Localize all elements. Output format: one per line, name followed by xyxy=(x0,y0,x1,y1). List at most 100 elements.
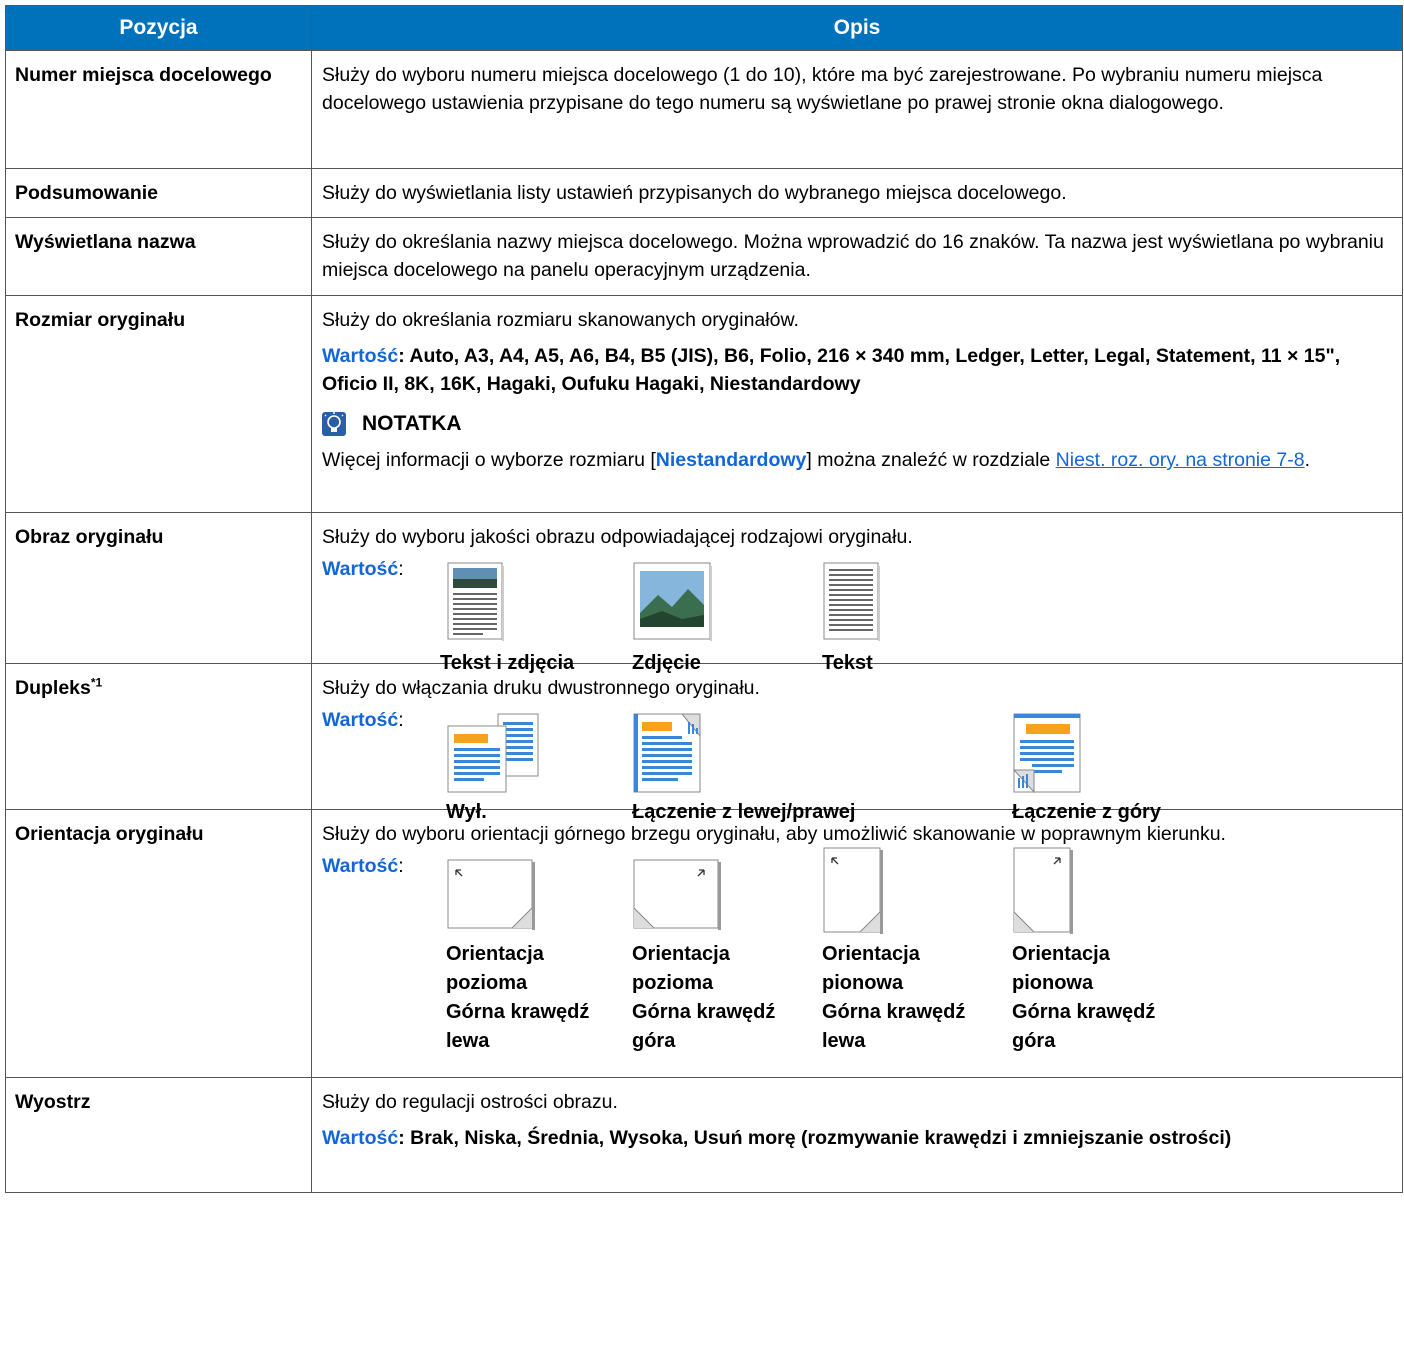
row-name-text: Dupleks xyxy=(15,677,91,699)
duplex-top-icon xyxy=(1012,713,1081,794)
option-label: Łączenie z lewej/prawej xyxy=(632,801,856,823)
option-line: lewa xyxy=(446,1030,490,1052)
table-row: Wyświetlana nazwa Służy do określania na… xyxy=(5,217,1403,296)
value-label-line: Wartość: xyxy=(322,852,404,880)
table-row: Wyostrz Służy do regulacji ostrości obra… xyxy=(5,1077,1403,1193)
row-name: Podsumowanie xyxy=(5,168,312,218)
header-opis: Opis xyxy=(311,5,1403,51)
option-text: Tekst xyxy=(822,561,880,678)
note-end: . xyxy=(1304,449,1310,471)
table-header-row: Pozycja Opis xyxy=(5,5,1403,51)
option-line: pozioma xyxy=(446,972,528,994)
value-label-line: Wartość: xyxy=(322,706,404,734)
value-label: Wartość xyxy=(322,1127,399,1149)
desc-text: Służy do włączania druku dwustronnego or… xyxy=(322,677,760,699)
value-colon: : xyxy=(398,558,404,580)
row-name: Wyświetlana nazwa xyxy=(5,217,312,296)
option-label: Orientacja pionowa Górna krawędź góra xyxy=(1012,940,1155,1056)
row-name: Obraz oryginału xyxy=(5,512,312,664)
option-line: Górna krawędź xyxy=(446,1001,590,1023)
value-options: Wartość: Tekst i zdjęcia Zdjęcie Tekst xyxy=(322,555,1392,674)
row-name: Dupleks*1 xyxy=(5,663,312,810)
option-line: pionowa xyxy=(1012,972,1094,994)
row-desc: Służy do określania nazwy miejsca docelo… xyxy=(311,217,1403,296)
option-photo: Zdjęcie xyxy=(632,561,712,678)
note-text: Więcej informacji o wyborze rozmiaru [Ni… xyxy=(322,446,1392,474)
value-label: Wartość xyxy=(322,345,399,367)
table-row: Orientacja oryginału Służy do wyboru ori… xyxy=(5,809,1403,1078)
value-options: Wartość: Orientacja pozioma Górna krawędź l… xyxy=(322,847,1392,1052)
row-name: Rozmiar oryginału xyxy=(5,295,312,513)
desc-text: Służy do regulacji ostrości obrazu. xyxy=(322,1091,618,1113)
option-portrait-top-left: Orientacja pionowa Górna krawędź lewa xyxy=(822,847,965,1056)
option-text-photo: Tekst i zdjęcia xyxy=(440,561,574,678)
value-label: Wartość xyxy=(322,709,399,731)
note-label: NOTATKA xyxy=(362,412,462,435)
value-label-line: Wartość: xyxy=(322,555,404,583)
text-document-icon xyxy=(823,562,880,641)
note-pre: Więcej informacji o wyborze rozmiaru [ xyxy=(322,449,656,471)
desc-text: Służy do określania rozmiaru skanowanych… xyxy=(322,309,799,331)
desc-text: Służy do wyboru jakości obrazu odpowiada… xyxy=(322,526,913,548)
settings-table: Pozycja Opis Numer miejsca docelowego Sł… xyxy=(5,5,1403,1193)
text-and-photo-icon xyxy=(447,562,504,641)
option-label: Tekst i zdjęcia xyxy=(440,652,575,674)
option-line: Górna krawędź xyxy=(1012,1001,1156,1023)
option-portrait-top-top: Orientacja pionowa Górna krawędź góra xyxy=(1012,847,1155,1056)
row-desc: Służy do wyboru jakości obrazu odpowiada… xyxy=(311,512,1403,674)
option-line: Orientacja xyxy=(446,943,544,965)
option-label: Łączenie z góry xyxy=(1012,801,1161,823)
row-name: Numer miejsca docelowego xyxy=(5,50,312,169)
option-line: góra xyxy=(1012,1030,1056,1052)
value-label: Wartość xyxy=(322,855,399,877)
note-header: NOTATKA xyxy=(322,410,1392,438)
value-line: Wartość: Brak, Niska, Średnia, Wysoka, U… xyxy=(322,1124,1392,1152)
option-line: Orientacja xyxy=(1012,943,1110,965)
row-desc: Służy do regulacji ostrości obrazu. Wart… xyxy=(311,1077,1403,1193)
value-colon: : xyxy=(398,855,404,877)
option-line: pionowa xyxy=(822,972,904,994)
row-desc: Służy do włączania druku dwustronnego or… xyxy=(311,663,1403,823)
table-row: Podsumowanie Służy do wyświetlania listy… xyxy=(5,168,1403,218)
footnote-marker: *1 xyxy=(90,675,103,690)
option-label: Tekst xyxy=(822,652,873,674)
table-row: Obraz oryginału Służy do wyboru jakości … xyxy=(5,512,1403,674)
note-mid: ] można znaleźć w rozdziale xyxy=(806,449,1056,471)
option-line: góra xyxy=(632,1030,676,1052)
photo-icon xyxy=(633,562,712,641)
value-colon: : xyxy=(398,709,404,731)
option-label: Orientacja pozioma Górna krawędź lewa xyxy=(446,940,589,1056)
header-pozycja: Pozycja xyxy=(5,5,312,51)
option-landscape-top-top: Orientacja pozioma Górna krawędź góra xyxy=(632,858,775,1056)
value-label: Wartość xyxy=(322,558,399,580)
option-line: pozioma xyxy=(632,972,714,994)
value-text: : Brak, Niska, Średnia, Wysoka, Usuń mor… xyxy=(398,1127,1232,1149)
table-row: Dupleks*1 Służy do włączania druku dwust… xyxy=(5,663,1403,823)
option-line: Orientacja xyxy=(822,943,920,965)
option-landscape-top-left: Orientacja pozioma Górna krawędź lewa xyxy=(446,858,589,1056)
option-line: lewa xyxy=(822,1030,866,1052)
row-desc: Służy do określania rozmiaru skanowanych… xyxy=(311,295,1403,513)
row-desc: Służy do wyboru numeru miejsca doceloweg… xyxy=(311,50,1403,169)
option-line: Orientacja xyxy=(632,943,730,965)
value-text: : Auto, A3, A4, A5, A6, B4, B5 (JIS), B6… xyxy=(322,345,1341,395)
value-line: Wartość: Auto, A3, A4, A5, A6, B4, B5 (J… xyxy=(322,342,1392,398)
option-top: Łączenie z góry xyxy=(1012,712,1161,827)
note-keyword: Niestandardowy xyxy=(655,449,807,471)
table-row: Numer miejsca docelowego Służy do wyboru… xyxy=(5,50,1403,169)
row-desc: Służy do wyświetlania listy ustawień prz… xyxy=(311,168,1403,218)
row-name: Wyostrz xyxy=(5,1077,312,1193)
lightbulb-note-icon xyxy=(322,412,346,436)
option-off: Wył. xyxy=(446,712,542,827)
duplex-left-right-icon xyxy=(633,713,701,793)
page-reference-link[interactable]: Niest. roz. ory. na stronie 7-8 xyxy=(1056,449,1305,471)
option-label: Wył. xyxy=(446,801,487,823)
row-name: Orientacja oryginału xyxy=(5,809,312,1078)
value-options: Wartość: Wył. Łączenie z lewej/prawej Łą… xyxy=(322,706,1392,823)
option-label: Orientacja pozioma Górna krawędź góra xyxy=(632,940,775,1056)
option-label: Orientacja pionowa Górna krawędź lewa xyxy=(822,940,965,1056)
row-desc: Służy do wyboru orientacji górnego brzeg… xyxy=(311,809,1403,1078)
option-left-right: Łączenie z lewej/prawej xyxy=(632,712,855,827)
portrait-top-left-icon xyxy=(823,847,883,934)
option-label: Zdjęcie xyxy=(632,652,701,674)
